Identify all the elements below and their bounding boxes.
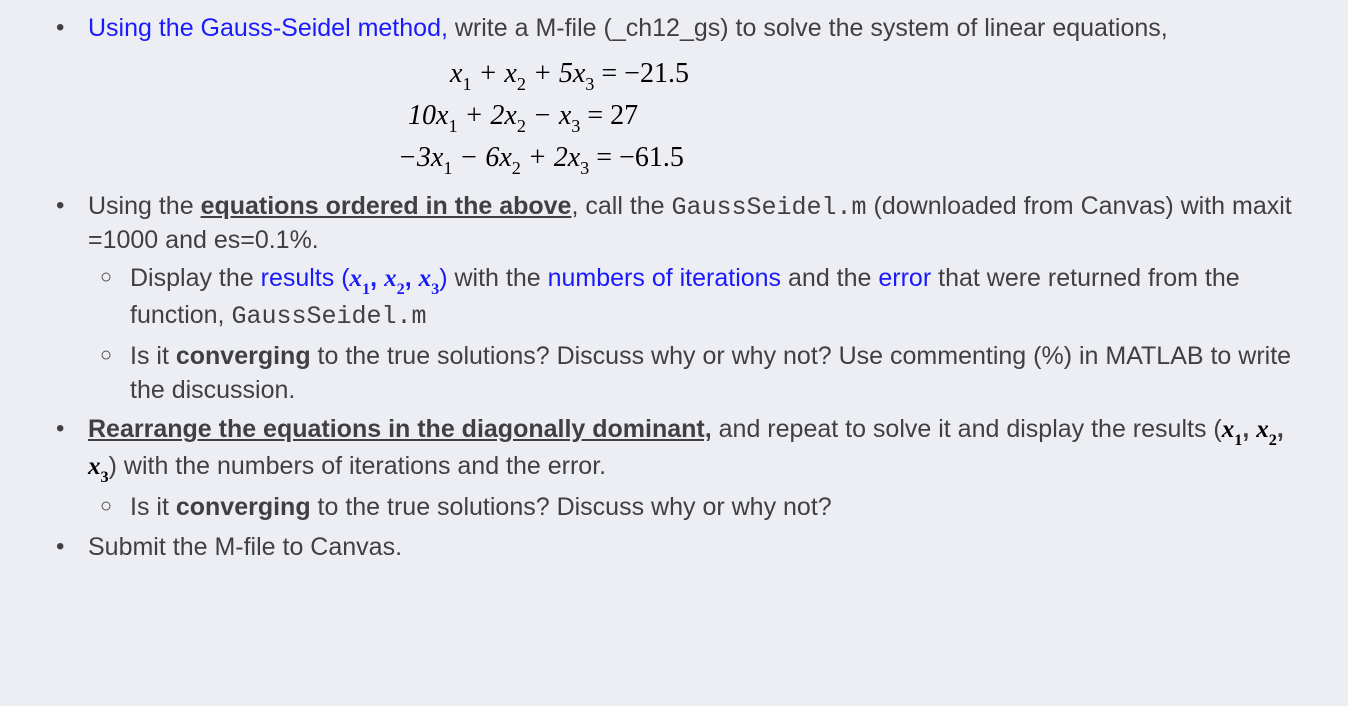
eq2-rhs: = 27	[580, 100, 638, 131]
bullet-gauss-seidel-intro: Using the Gauss-Seidel method, write a M…	[40, 12, 1308, 180]
b3-x2: x	[1256, 416, 1269, 443]
eq3-rhs: = −61.5	[589, 142, 684, 173]
s1-x2s: 2	[397, 280, 405, 298]
equation-row-3: −3x1 − 6x2 + 2x3 = −61.5	[398, 138, 1308, 180]
b3-sep1: ,	[1242, 415, 1256, 443]
sub-converging-q2: Is it converging to the true solutions? …	[88, 491, 1308, 525]
eq1-var2: + x	[472, 58, 517, 89]
eq2-var1: 10x	[408, 100, 448, 131]
equation-system: x1 + x2 + 5x3 = −21.5 10x1 + 2x2 − x3 = …	[88, 54, 1308, 180]
eq3-sub2: 2	[512, 158, 521, 178]
b3-underlined: Rearrange the equations in the diagonall…	[88, 415, 712, 443]
eq2-var3: − x	[526, 100, 571, 131]
b2-underlined: equations ordered in the above	[201, 192, 572, 220]
s1-a: Display the	[130, 264, 261, 292]
b2-code: GaussSeidel.m	[672, 193, 867, 222]
eq2-sub3: 3	[571, 116, 580, 136]
s1-iterations: numbers of iterations	[548, 264, 781, 292]
eq1-var3: + 5x	[526, 58, 585, 89]
s2-a: Is it	[130, 342, 176, 370]
b3-x2s: 2	[1269, 431, 1277, 449]
eq1-rhs: = −21.5	[594, 58, 689, 89]
s1-d: ,	[370, 264, 384, 292]
sub-list-2: Is it converging to the true solutions? …	[88, 491, 1308, 525]
eq3-var3: + 2x	[521, 142, 580, 173]
sub-list-1: Display the results (x1, x2, x3) with th…	[88, 262, 1308, 407]
bullet-submit: Submit the M-file to Canvas.	[40, 531, 1308, 565]
s1-x1s: 1	[362, 280, 370, 298]
eq3-var1: −3x	[398, 142, 443, 173]
s3-a: Is it	[130, 493, 176, 521]
eq1-sub1: 1	[462, 74, 471, 94]
s1-x3: x	[419, 265, 432, 292]
s1-x2: x	[384, 265, 397, 292]
submit-text: Submit the M-file to Canvas.	[88, 533, 402, 561]
sub-converging-q1: Is it converging to the true solutions? …	[88, 340, 1308, 408]
s1-h: )	[439, 264, 447, 292]
s1-code: GaussSeidel.m	[231, 302, 426, 331]
s1-k: and the	[781, 264, 878, 292]
equation-row-1: x1 + x2 + 5x3 = −21.5	[398, 54, 1308, 96]
b3-x1: x	[1222, 416, 1235, 443]
s3-c: to the true solutions? Discuss why or wh…	[311, 493, 832, 521]
b3-x3s: 3	[101, 468, 109, 486]
eq1-sub2: 2	[517, 74, 526, 94]
eq2-var2: + 2x	[458, 100, 517, 131]
b3-x3: x	[88, 453, 101, 480]
b3-x1s: 1	[1234, 431, 1242, 449]
s2-b: converging	[176, 342, 311, 370]
s3-b: converging	[176, 493, 311, 521]
intro-rest-text: write a M-file (_ch12_gs) to solve the s…	[448, 14, 1168, 42]
s1-b: results (	[261, 264, 350, 292]
eq2-sub2: 2	[517, 116, 526, 136]
bullet-rearrange: Rearrange the equations in the diagonall…	[40, 413, 1308, 525]
b2-mid: , call the	[571, 192, 671, 220]
s1-i: with the	[448, 264, 548, 292]
eq3-var2: − 6x	[452, 142, 511, 173]
eq3-sub1: 1	[443, 158, 452, 178]
eq2-sub1: 1	[448, 116, 457, 136]
eq3-sub3: 3	[580, 158, 589, 178]
sub-display-results: Display the results (x1, x2, x3) with th…	[88, 262, 1308, 334]
eq1-var1: x	[450, 58, 462, 89]
bullet-list: Using the Gauss-Seidel method, write a M…	[40, 12, 1308, 565]
equation-row-2: 10x1 + 2x2 − x3 = 27	[398, 96, 1308, 138]
b2-pre: Using the	[88, 192, 201, 220]
b3-post: ) with the numbers of iterations and the…	[109, 452, 606, 480]
intro-blue-text: Using the Gauss-Seidel method,	[88, 14, 448, 42]
s1-results: results (x1, x2, x3)	[261, 264, 448, 292]
s1-error: error	[878, 264, 931, 292]
s1-f: ,	[405, 264, 419, 292]
s1-x1: x	[350, 265, 363, 292]
b3-mid: and repeat to solve it and display the r…	[712, 415, 1222, 443]
s1-x3s: 3	[431, 280, 439, 298]
b3-sep2: ,	[1277, 415, 1284, 443]
bullet-call-function: Using the equations ordered in the above…	[40, 190, 1308, 408]
eq1-sub3: 3	[585, 74, 594, 94]
problem-slide: Using the Gauss-Seidel method, write a M…	[0, 0, 1348, 589]
